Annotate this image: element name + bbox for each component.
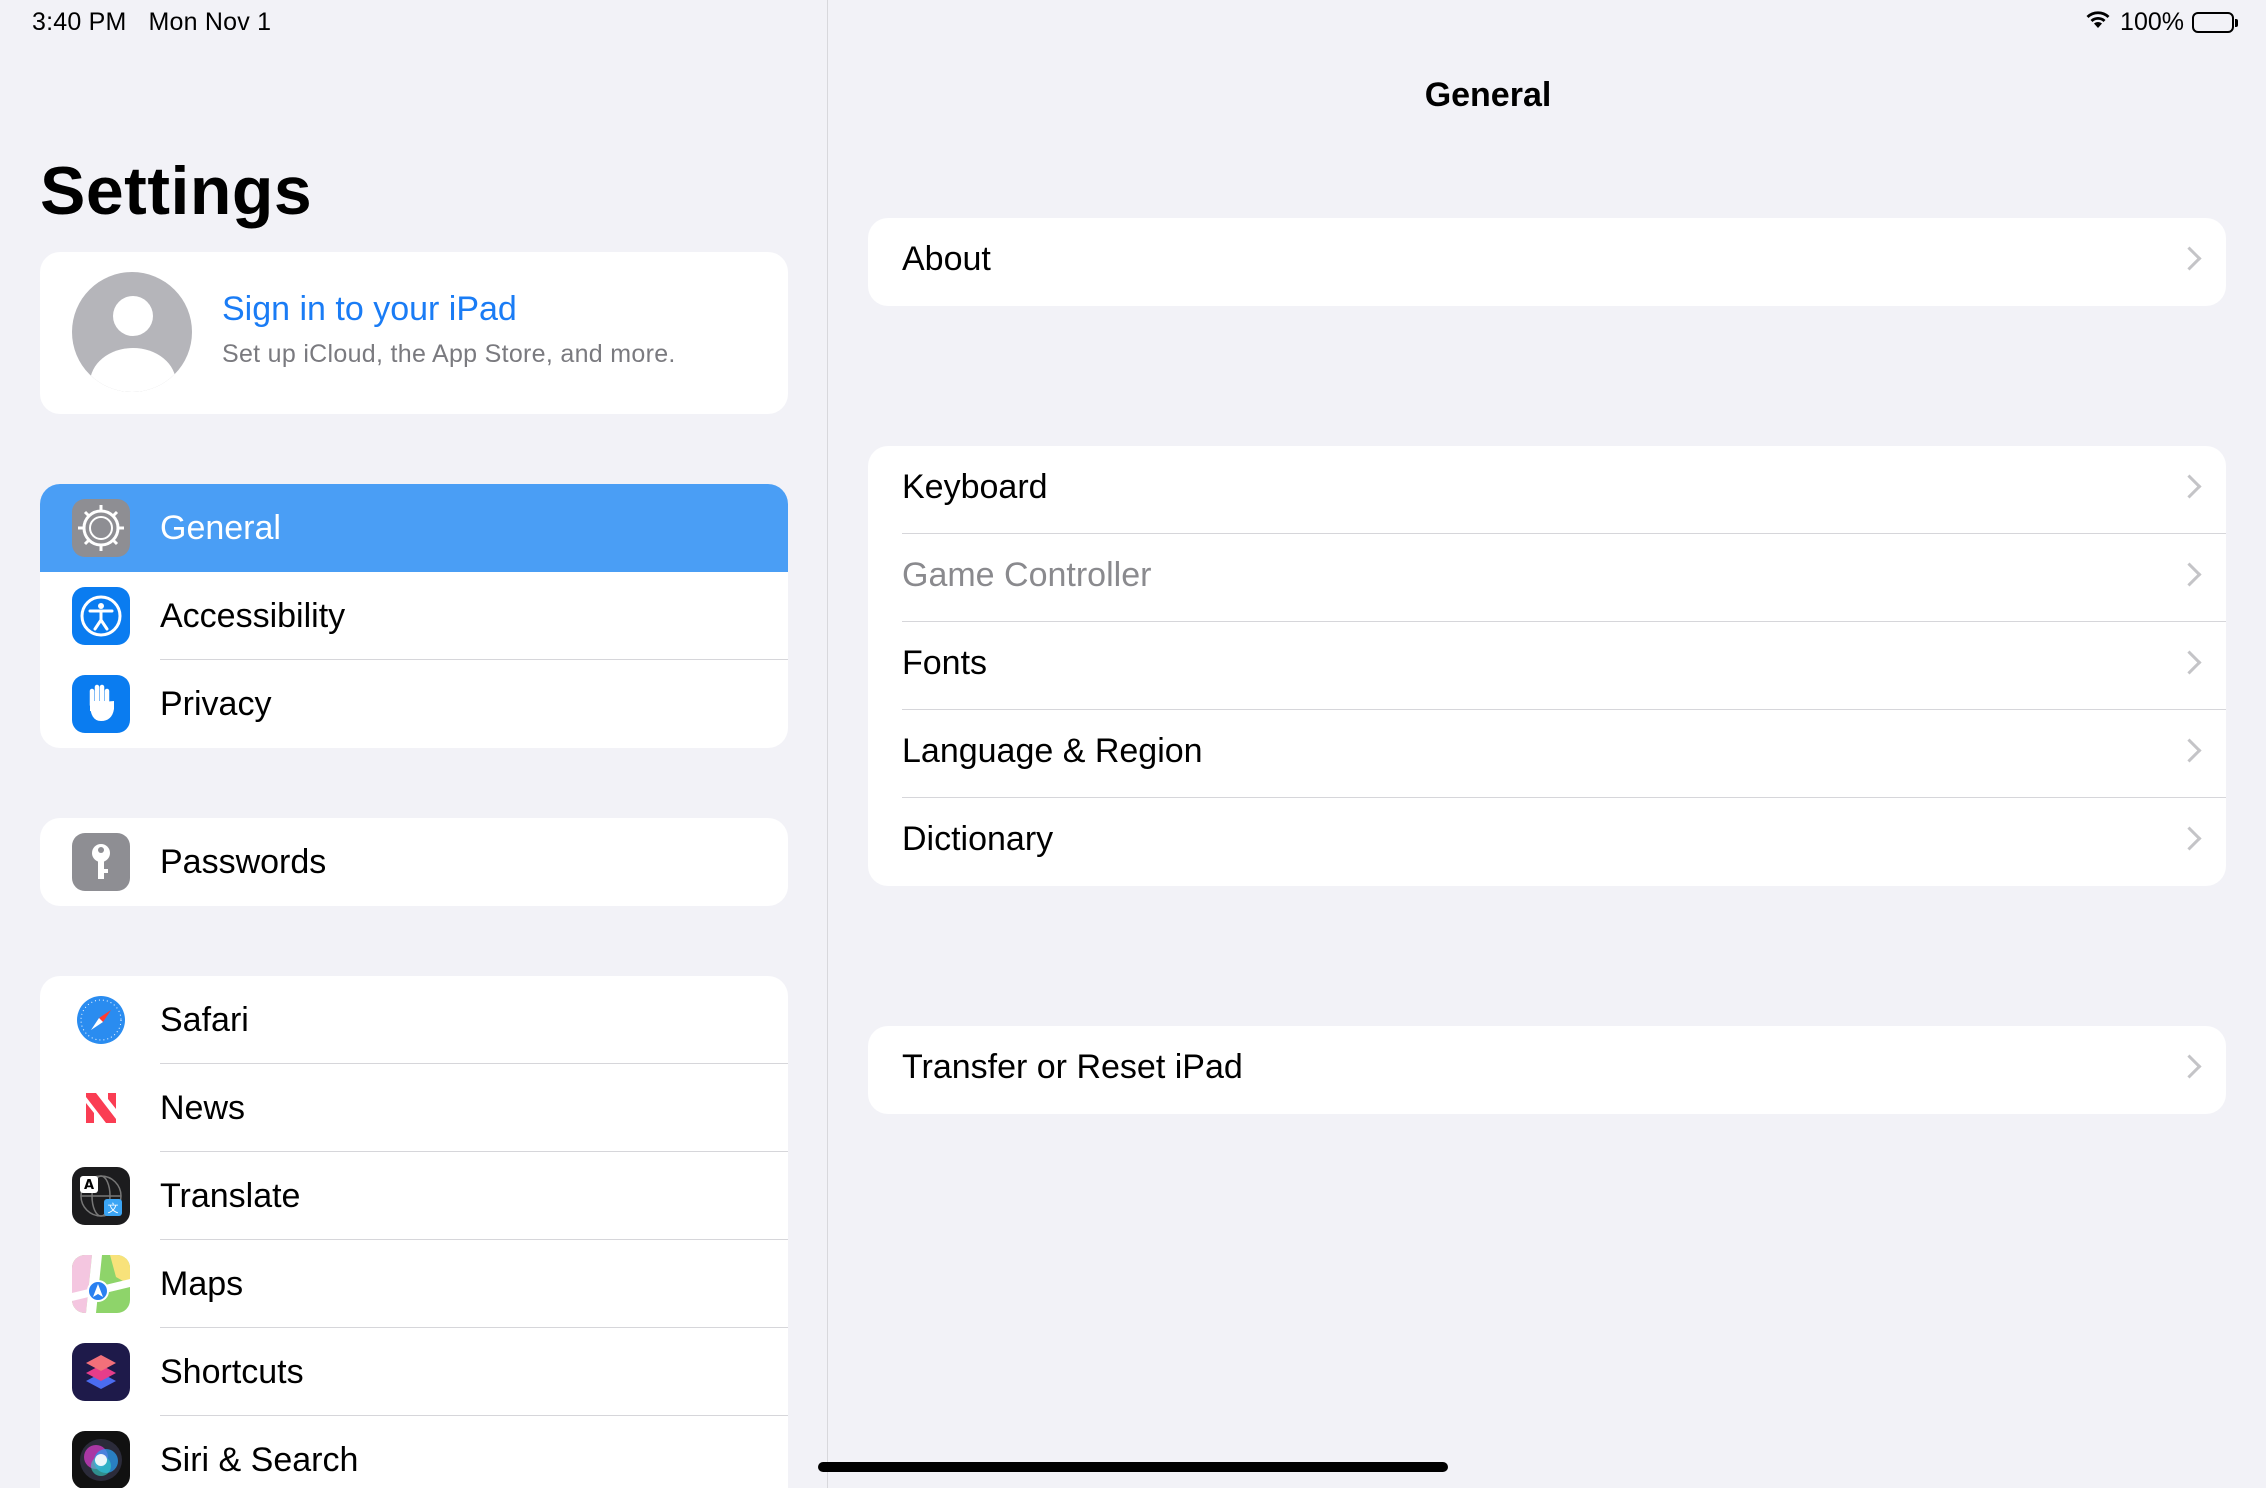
chevron-right-icon: [2177, 1054, 2202, 1079]
sign-in-title: Sign in to your iPad: [222, 290, 517, 328]
sidebar-item-label: Accessibility: [160, 596, 346, 635]
sidebar-item-maps[interactable]: Maps: [40, 1240, 788, 1328]
sidebar-title: Settings: [40, 153, 313, 229]
status-bar-right: 100%: [2084, 8, 2238, 37]
key-icon: [72, 833, 130, 891]
row-about[interactable]: About: [868, 218, 2226, 306]
sidebar-item-safari[interactable]: Safari: [40, 976, 788, 1064]
accessibility-icon: [72, 587, 130, 645]
detail-group-2: Keyboard Game Controller Fonts Language …: [868, 446, 2226, 886]
svg-text:文: 文: [108, 1201, 119, 1215]
row-label: Keyboard: [902, 468, 1048, 506]
sidebar-group-1: General Accessibility Privacy: [40, 484, 788, 748]
row-label: Language & Region: [902, 732, 1203, 770]
detail-group-1: About: [868, 218, 2226, 306]
sidebar-item-shortcuts[interactable]: Shortcuts: [40, 1328, 788, 1416]
translate-icon: A 文: [72, 1167, 130, 1225]
siri-icon: [72, 1431, 130, 1488]
wifi-icon: [2084, 8, 2112, 37]
sidebar: Settings Sign in to your iPad Set up iCl…: [0, 0, 828, 1488]
sidebar-item-passwords[interactable]: Passwords: [40, 818, 788, 906]
battery-percent: 100%: [2120, 8, 2184, 36]
row-label: About: [902, 240, 991, 278]
row-keyboard[interactable]: Keyboard: [868, 446, 2226, 534]
row-label: Dictionary: [902, 820, 1054, 858]
row-fonts[interactable]: Fonts: [868, 622, 2226, 710]
safari-icon: [72, 991, 130, 1049]
sidebar-item-news[interactable]: News: [40, 1064, 788, 1152]
row-game-controller[interactable]: Game Controller: [868, 534, 2226, 622]
news-icon: [72, 1079, 130, 1137]
sidebar-group-2: Passwords: [40, 818, 788, 906]
detail-group-3: Transfer or Reset iPad: [868, 1026, 2226, 1114]
row-label: Transfer or Reset iPad: [902, 1048, 1243, 1086]
row-language-region[interactable]: Language & Region: [868, 710, 2226, 798]
detail-title: General: [1424, 76, 1552, 114]
gear-icon: [72, 499, 130, 557]
battery-icon: [2192, 12, 2238, 33]
sidebar-item-siri[interactable]: Siri & Search: [40, 1416, 788, 1488]
row-label: Game Controller: [902, 556, 1152, 594]
sidebar-item-label: Translate: [160, 1176, 301, 1215]
row-transfer-reset[interactable]: Transfer or Reset iPad: [868, 1026, 2226, 1114]
account-card[interactable]: Sign in to your iPad Set up iCloud, the …: [40, 252, 788, 414]
sidebar-item-general[interactable]: General: [40, 484, 788, 572]
chevron-right-icon: [2177, 738, 2202, 763]
sidebar-item-label: General: [160, 508, 281, 547]
sidebar-item-privacy[interactable]: Privacy: [40, 660, 788, 748]
sidebar-item-label: Passwords: [160, 842, 327, 881]
chevron-right-icon: [2177, 826, 2202, 851]
sidebar-group-3: Safari News A 文 Translate Maps Shortcuts…: [40, 976, 788, 1488]
avatar-icon: [72, 272, 192, 392]
shortcuts-icon: [72, 1343, 130, 1401]
chevron-right-icon: [2177, 562, 2202, 587]
sidebar-item-label: Maps: [160, 1264, 244, 1303]
maps-icon: [72, 1255, 130, 1313]
home-indicator[interactable]: [818, 1462, 1448, 1472]
svg-text:A: A: [84, 1178, 94, 1193]
chevron-right-icon: [2177, 246, 2202, 271]
sidebar-item-label: News: [160, 1088, 246, 1127]
sidebar-item-translate[interactable]: A 文 Translate: [40, 1152, 788, 1240]
row-dictionary[interactable]: Dictionary: [868, 798, 2226, 886]
hand-icon: [72, 675, 130, 733]
chevron-right-icon: [2177, 650, 2202, 675]
sign-in-subtitle: Set up iCloud, the App Store, and more.: [222, 340, 676, 368]
sidebar-item-label: Siri & Search: [160, 1440, 359, 1479]
row-label: Fonts: [902, 644, 988, 682]
sidebar-item-label: Shortcuts: [160, 1352, 304, 1391]
sidebar-item-label: Privacy: [160, 684, 272, 723]
chevron-right-icon: [2177, 474, 2202, 499]
sidebar-item-label: Safari: [160, 1000, 249, 1039]
sidebar-item-accessibility[interactable]: Accessibility: [40, 572, 788, 660]
